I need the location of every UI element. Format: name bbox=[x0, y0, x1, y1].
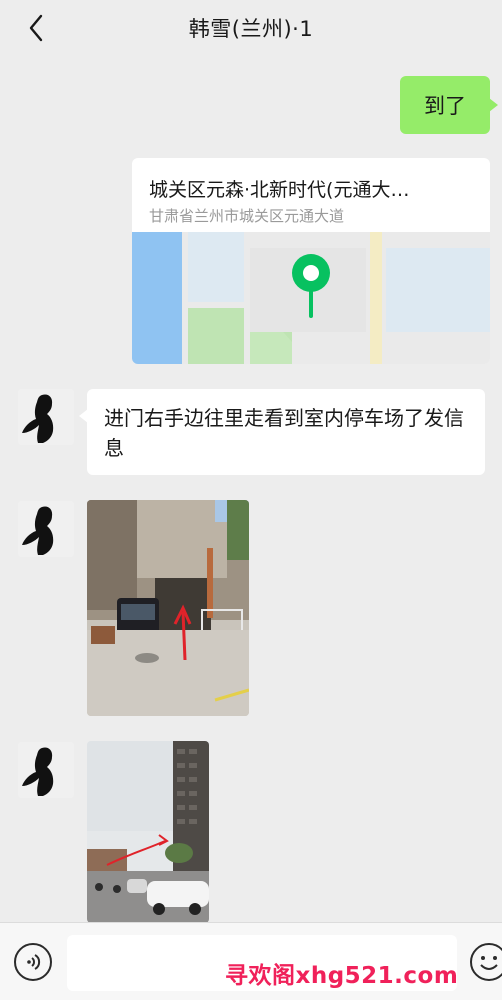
contact-avatar[interactable] bbox=[18, 501, 74, 557]
contact-avatar[interactable] bbox=[18, 389, 74, 445]
location-name: 城关区元森·北新时代(元通大… bbox=[149, 179, 410, 201]
chat-title: 韩雪(兰州)·1 bbox=[188, 17, 314, 41]
photo-message-parking-entrance[interactable] bbox=[87, 500, 249, 716]
photo-message-street-view[interactable] bbox=[87, 741, 209, 923]
back-button[interactable] bbox=[20, 12, 52, 44]
location-address: 甘肃省兰州市城关区元通大道 bbox=[149, 207, 345, 225]
chat-header: 韩雪(兰州)·1 bbox=[0, 0, 502, 56]
received-message-bubble[interactable]: 进门右手边往里走看到室内停车场了发信息 bbox=[79, 389, 485, 475]
emoji-button[interactable] bbox=[470, 943, 502, 981]
watermark-text: 寻欢阁xhg521.com bbox=[225, 963, 459, 989]
sent-message-bubble[interactable]: 到了 bbox=[400, 76, 498, 134]
voice-input-button[interactable] bbox=[14, 943, 52, 981]
voice-icon bbox=[27, 954, 41, 970]
sent-message-text: 到了 bbox=[424, 94, 466, 118]
location-message-card[interactable]: 城关区元森·北新时代(元通大… 甘肃省兰州市城关区元通大道 bbox=[132, 158, 490, 364]
received-message-text: 进门右手边往里走看到室内停车场了发信息 bbox=[104, 406, 464, 460]
emoji-icon bbox=[480, 956, 498, 970]
chevron-left-icon bbox=[29, 14, 43, 42]
contact-avatar[interactable] bbox=[18, 742, 74, 798]
location-map-preview bbox=[132, 232, 490, 364]
